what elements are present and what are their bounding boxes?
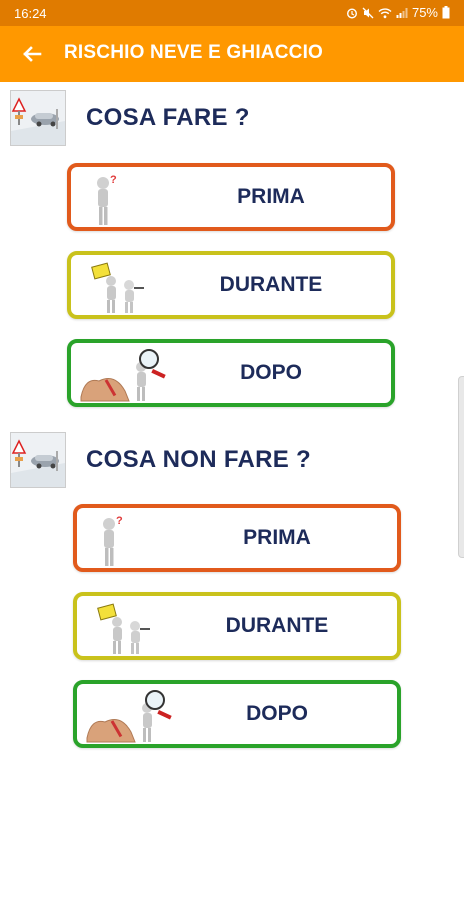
durante-label: DURANTE [219, 273, 323, 296]
page-title: RISCHIO NEVE E GHIACCIO [64, 42, 324, 63]
wifi-icon [378, 7, 392, 18]
prima-label: PRIMA [237, 185, 305, 208]
snow-road-thumbnail [10, 432, 66, 488]
back-arrow-icon[interactable] [18, 40, 46, 68]
battery-icon [442, 6, 450, 19]
section-heading: COSA FARE ? [86, 104, 250, 131]
section-heading: COSA NON FARE ? [86, 446, 311, 473]
figure-with-sign-icon [91, 262, 144, 313]
snow-road-thumbnail [10, 90, 66, 146]
durante-button[interactable]: DURANTE [67, 251, 395, 319]
thinking-figure-icon: ? [103, 515, 123, 566]
section-cosa-non-fare: COSA NON FARE ? [10, 432, 450, 488]
magnifier-figure-icon [86, 690, 172, 743]
dopo-button[interactable]: DOPO [67, 339, 395, 407]
app-bar: RISCHIO NEVE E GHIACCIO [0, 26, 464, 82]
svg-text:?: ? [116, 515, 123, 527]
status-bar: 16:24 75% [0, 0, 464, 26]
signal-icon [396, 7, 408, 18]
section-cosa-fare: COSA FARE ? [10, 90, 450, 146]
mute-icon [362, 7, 374, 18]
alarm-icon [346, 7, 357, 19]
magnifier-figure-icon [80, 349, 166, 402]
prima-button[interactable]: ? PRIMA [67, 163, 395, 231]
battery-percent: 75% [411, 5, 438, 20]
dopo-button[interactable]: DOPO [73, 680, 401, 748]
thinking-figure-icon: ? [97, 174, 117, 225]
figure-with-sign-icon [97, 603, 150, 654]
prima-button[interactable]: ? PRIMA [73, 504, 401, 572]
durante-label: DURANTE [225, 614, 329, 637]
edge-panel-handle[interactable] [458, 376, 464, 558]
svg-text:?: ? [110, 174, 117, 186]
dopo-label: DOPO [246, 702, 308, 725]
status-time: 16:24 [14, 6, 47, 21]
prima-label: PRIMA [243, 526, 311, 549]
dopo-label: DOPO [240, 361, 302, 384]
status-icons: 75% [346, 5, 450, 20]
durante-button[interactable]: DURANTE [73, 592, 401, 660]
